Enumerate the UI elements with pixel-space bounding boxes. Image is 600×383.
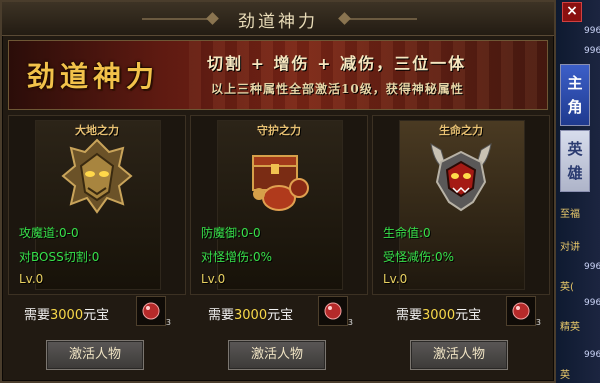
- side-number: 996: [584, 298, 600, 308]
- side-text: 英: [560, 370, 570, 381]
- power-card-life: 生命之力 生命值:0 受怪减伤:0% Lv.0: [372, 115, 550, 295]
- item-count: 3: [165, 318, 171, 327]
- item-count: 3: [535, 318, 541, 327]
- treasure-chest-icon: [252, 155, 309, 211]
- side-text: 对讲: [560, 242, 580, 253]
- side-number: 9961: [584, 46, 600, 56]
- banner-formula: 切割 + 增伤 + 减伤，三位一体: [207, 54, 467, 73]
- side-text: 至福: [560, 209, 580, 220]
- required-item-slot[interactable]: 3: [136, 296, 171, 327]
- tab-hero-label: 英雄: [567, 140, 583, 182]
- stat-attack: 攻魔道:0-0: [19, 226, 79, 240]
- cost-amount: 3000: [234, 308, 268, 323]
- stat-boss-cut: 对BOSS切割:0: [19, 250, 100, 264]
- activate-guard-button[interactable]: 激活人物: [228, 340, 326, 370]
- side-number: 9961: [584, 26, 600, 36]
- activate-earth-button[interactable]: 激活人物: [46, 340, 144, 370]
- cost-label: 需要3000元宝: [24, 308, 110, 323]
- red-gem-icon: [512, 302, 530, 320]
- side-text: 英(: [560, 282, 574, 293]
- stat-defense: 防魔御:0-0: [201, 226, 261, 240]
- red-gem-icon: [142, 302, 160, 320]
- tab-main-character[interactable]: 主角: [560, 64, 590, 126]
- side-text: 精英: [560, 322, 580, 333]
- stat-monster-damage: 对怪增伤:0%: [201, 250, 273, 264]
- stat-damage-reduction: 受怪减伤:0%: [383, 250, 455, 264]
- tab-hero[interactable]: 英雄: [560, 130, 590, 192]
- cost-amount: 3000: [50, 308, 84, 323]
- demon-mask-icon: [61, 138, 133, 214]
- cost-label: 需要3000元宝: [208, 308, 294, 323]
- required-item-slot[interactable]: 3: [506, 296, 541, 327]
- side-number: 9961: [584, 350, 600, 360]
- power-card-earth: 大地之力 攻魔道:0-0 对BOSS切割:0 Lv.0: [8, 115, 186, 295]
- cost-label: 需要3000元宝: [396, 308, 482, 323]
- horned-mask-icon: [430, 143, 492, 212]
- banner: 劲道神力 切割 + 增伤 + 减伤，三位一体 以上三种属性全部激活10级，获得神…: [8, 40, 548, 110]
- title-bar: 劲道神力: [2, 2, 554, 36]
- activate-life-button[interactable]: 激活人物: [410, 340, 508, 370]
- level-label: Lv.0: [201, 272, 226, 286]
- power-window: 劲道神力 劲道神力 切割 + 增伤 + 减伤，三位一体 以上三种属性全部激活10…: [0, 0, 556, 383]
- required-item-slot[interactable]: 3: [318, 296, 353, 327]
- stat-hp: 生命值:0: [383, 226, 431, 240]
- cost-amount: 3000: [422, 308, 456, 323]
- red-gem-icon: [324, 302, 342, 320]
- level-label: Lv.0: [19, 272, 44, 286]
- power-card-guard: 守护之力 防魔御:0-0 对怪增伤:0% Lv.0: [190, 115, 368, 295]
- level-label: Lv.0: [383, 272, 408, 286]
- item-count: 3: [347, 318, 353, 327]
- window-title: 劲道神力: [238, 12, 318, 32]
- banner-description: 以上三种属性全部激活10级，获得神秘属性: [211, 82, 464, 96]
- close-button[interactable]: ×: [562, 2, 582, 22]
- banner-title: 劲道神力: [27, 60, 160, 93]
- tab-main-character-label: 主角: [567, 74, 583, 116]
- side-number: 9961: [584, 262, 600, 272]
